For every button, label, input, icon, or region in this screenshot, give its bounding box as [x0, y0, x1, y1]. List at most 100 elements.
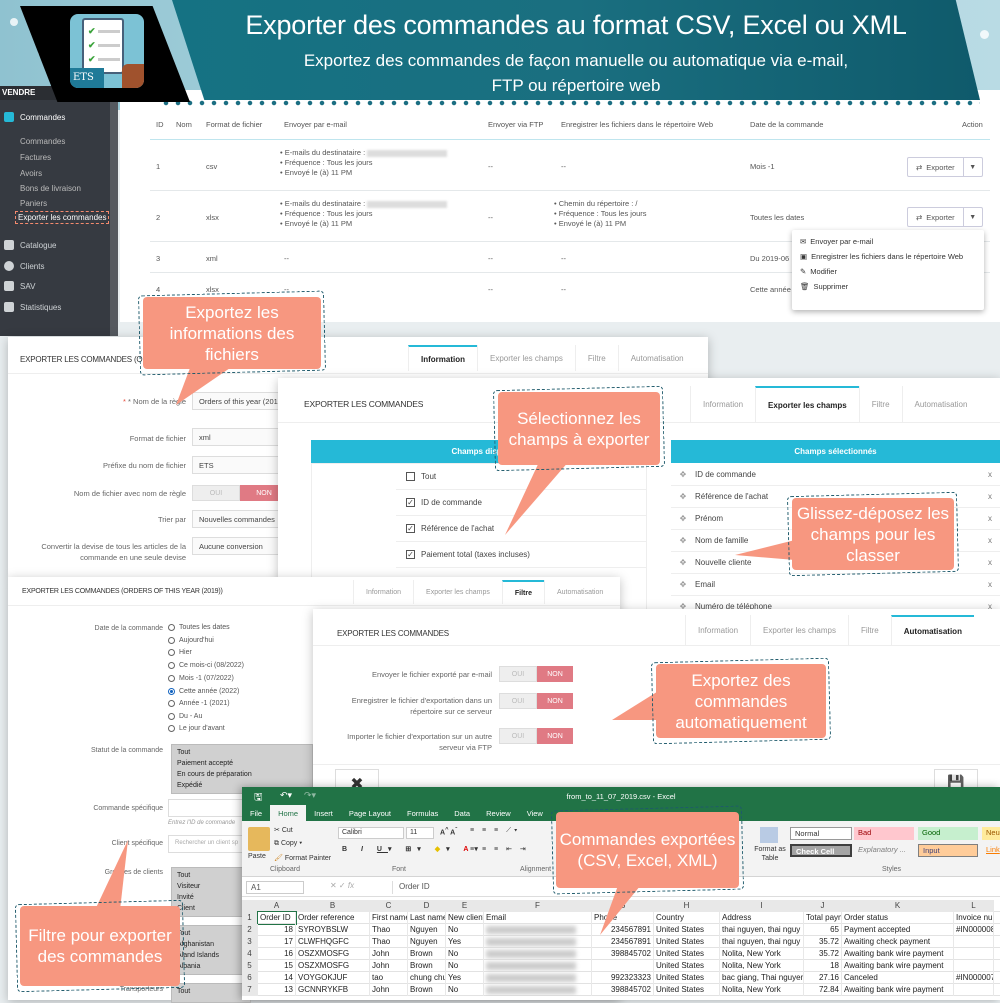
- remove-field-button[interactable]: x: [988, 536, 992, 545]
- radio-button[interactable]: [168, 624, 175, 631]
- radio-button-checked[interactable]: [168, 688, 175, 695]
- data-cell[interactable]: John: [370, 960, 408, 972]
- tab-automation[interactable]: Automatisation: [617, 345, 696, 371]
- data-cell[interactable]: Nolita, New York: [720, 984, 804, 996]
- multiselect-option[interactable]: Tout: [177, 870, 245, 881]
- toggle-no[interactable]: NON: [537, 693, 573, 709]
- file-prefix-input[interactable]: ETS: [192, 456, 292, 474]
- select-all-corner[interactable]: [242, 900, 258, 912]
- toggle-no[interactable]: NON: [537, 728, 573, 744]
- data-cell[interactable]: United States: [654, 936, 720, 948]
- multiselect-option[interactable]: Paiement accepté: [177, 758, 307, 769]
- field-option[interactable]: ✓ ID de commande: [396, 490, 646, 516]
- data-cell[interactable]: Awaiting bank wire payment: [842, 948, 954, 960]
- email-toggle[interactable]: OUI NON: [499, 666, 573, 682]
- format-as-table-icon[interactable]: [760, 827, 778, 843]
- multiselect-option[interactable]: Tout: [177, 747, 307, 758]
- data-cell[interactable]: #IN000008: [954, 924, 994, 936]
- header-cell[interactable]: First name: [370, 912, 408, 924]
- specific-order-input[interactable]: [168, 799, 248, 817]
- header-cell[interactable]: Last name: [408, 912, 446, 924]
- data-cell[interactable]: CLWFHQGFC: [296, 936, 370, 948]
- rule-name-input[interactable]: Orders of this year (2019: [192, 392, 292, 410]
- tab-automation[interactable]: Automatisation: [901, 386, 980, 422]
- format-painter-button[interactable]: 🖌 Format Painter: [274, 854, 331, 862]
- tab-automation[interactable]: Automatisation: [890, 615, 974, 645]
- column-header-letter[interactable]: A: [258, 900, 296, 912]
- column-header-letter[interactable]: F: [484, 900, 592, 912]
- data-cell[interactable]: Yes: [446, 972, 484, 984]
- row-number[interactable]: 2: [242, 924, 258, 936]
- multiselect-option[interactable]: Visiteur: [177, 881, 245, 892]
- drag-handle-icon[interactable]: ✥: [671, 580, 695, 589]
- data-cell[interactable]: No: [446, 924, 484, 936]
- data-cell[interactable]: 18: [258, 924, 296, 936]
- paste-icon[interactable]: [248, 827, 270, 851]
- column-header-letter[interactable]: C: [370, 900, 408, 912]
- data-cell[interactable]: Awaiting bank wire payment: [842, 960, 954, 972]
- data-cell[interactable]: thai nguyen, thai nguy: [720, 936, 804, 948]
- style-explanatory[interactable]: Explanatory ...: [854, 844, 914, 857]
- data-cell[interactable]: 14: [258, 972, 296, 984]
- paste-button[interactable]: Paste: [248, 853, 266, 860]
- header-cell[interactable]: Phone: [592, 912, 654, 924]
- data-cell[interactable]: United States: [654, 984, 720, 996]
- toggle-yes[interactable]: OUI: [499, 693, 537, 709]
- save-server-toggle[interactable]: OUI NON: [499, 693, 573, 709]
- data-cell[interactable]: [954, 936, 994, 948]
- radio-option-selected[interactable]: Cette année (2022): [168, 688, 239, 695]
- email-cell-redacted[interactable]: [484, 972, 592, 984]
- data-cell[interactable]: United States: [654, 924, 720, 936]
- font-size-buttons[interactable]: A^ Aˇ: [440, 827, 457, 836]
- row-number[interactable]: 5: [242, 960, 258, 972]
- currency-select[interactable]: Aucune conversion: [192, 537, 292, 555]
- header-cell[interactable]: Invoice num: [954, 912, 994, 924]
- ribbon-tab-file[interactable]: File: [242, 805, 270, 821]
- toggle-no[interactable]: NON: [537, 666, 573, 682]
- sidebar-subitem-paniers[interactable]: Paniers: [20, 199, 47, 208]
- data-cell[interactable]: 27.16: [804, 972, 842, 984]
- row-number[interactable]: 7: [242, 984, 258, 996]
- sidebar-item-sav[interactable]: SAV: [0, 281, 35, 291]
- data-cell[interactable]: 16: [258, 948, 296, 960]
- radio-button[interactable]: [168, 675, 175, 682]
- multiselect-option[interactable]: Invité: [177, 892, 245, 903]
- radio-button[interactable]: [168, 649, 175, 656]
- file-format-select[interactable]: xml: [192, 428, 292, 446]
- alignment-buttons[interactable]: ≡ ≡ ≡ ⟋▾: [470, 827, 520, 835]
- selected-field[interactable]: ✥ ID de commande x: [671, 464, 1000, 486]
- sidebar-item-clients[interactable]: Clients: [0, 261, 44, 271]
- remove-field-button[interactable]: x: [988, 470, 992, 479]
- data-cell[interactable]: 35.72: [804, 936, 842, 948]
- checkbox-checked[interactable]: ✓: [406, 498, 415, 507]
- remove-field-button[interactable]: x: [988, 558, 992, 567]
- style-bad[interactable]: Bad: [854, 827, 914, 840]
- drag-handle-icon[interactable]: ✥: [671, 536, 695, 545]
- column-header-letter[interactable]: B: [296, 900, 370, 912]
- data-cell[interactable]: chung chu: [408, 972, 446, 984]
- data-cell[interactable]: [954, 948, 994, 960]
- tab-information[interactable]: Information: [685, 615, 750, 645]
- ribbon-tab-data[interactable]: Data: [446, 805, 478, 821]
- data-cell[interactable]: Brown: [408, 960, 446, 972]
- style-good[interactable]: Good: [918, 827, 978, 840]
- data-cell[interactable]: No: [446, 948, 484, 960]
- style-normal[interactable]: Normal: [790, 827, 852, 840]
- style-neutral[interactable]: Neu: [982, 827, 1000, 840]
- data-cell[interactable]: Brown: [408, 948, 446, 960]
- style-linked[interactable]: Link: [982, 844, 1000, 857]
- sidebar-item-statistiques[interactable]: Statistiques: [0, 302, 61, 312]
- radio-option[interactable]: Mois -1 (07/2022): [168, 675, 234, 682]
- multiselect-option[interactable]: En cours de préparation: [177, 769, 307, 780]
- style-input[interactable]: Input: [918, 844, 978, 857]
- sidebar-item-catalogue[interactable]: Catalogue: [0, 240, 56, 250]
- toggle-yes[interactable]: OUI: [192, 485, 240, 501]
- data-cell[interactable]: 17: [258, 936, 296, 948]
- email-cell-redacted[interactable]: [484, 960, 592, 972]
- sidebar-subitem-bons-livraison[interactable]: Bons de livraison: [20, 184, 81, 193]
- data-cell[interactable]: SYROYBSLW: [296, 924, 370, 936]
- data-cell[interactable]: tao: [370, 972, 408, 984]
- data-cell[interactable]: 992323323: [592, 972, 654, 984]
- cut-button[interactable]: ✂ Cut: [274, 826, 293, 834]
- alignment-buttons-row2[interactable]: ≡ ≡ ≡ ⇤ ⇥: [470, 845, 529, 853]
